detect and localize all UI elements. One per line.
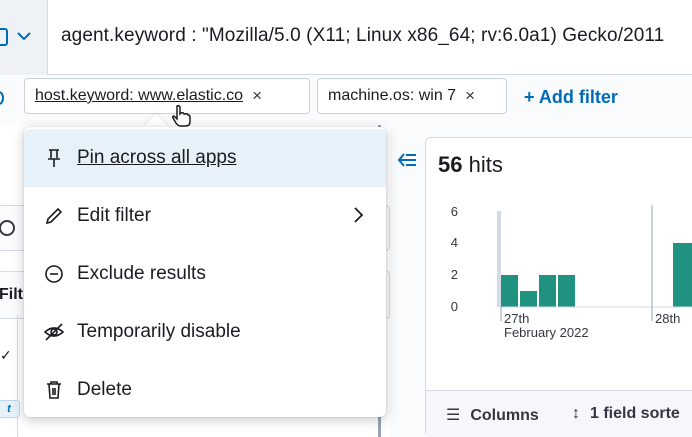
collapse-sidebar-icon[interactable] xyxy=(397,151,417,174)
histogram-bar[interactable] xyxy=(539,275,556,307)
filter-options-icon[interactable] xyxy=(0,91,4,105)
hand-cursor-icon xyxy=(171,104,191,127)
menu-item-label: Pin across all apps xyxy=(77,147,237,168)
add-filter-button[interactable]: + Add filter xyxy=(524,87,618,108)
columns-label: Columns xyxy=(470,407,539,424)
x-sub-label: February 2022 xyxy=(504,325,589,340)
columns-button[interactable]: ☰ Columns xyxy=(446,405,539,425)
filter-pill-machine-os[interactable]: machine.os: win 7 × xyxy=(317,78,507,114)
sort-label: 1 field sorte xyxy=(590,405,680,422)
sort-icon: ↕ xyxy=(572,405,580,422)
filter-context-menu: Pin across all apps Edit filter Exclude … xyxy=(24,127,386,417)
grid-toolbar: ☰ Columns ↕ 1 field sorte xyxy=(426,390,692,437)
pencil-icon xyxy=(43,205,65,227)
histogram-bar[interactable] xyxy=(673,243,692,307)
hits-number: 56 xyxy=(438,152,463,177)
y-tick-label: 6 xyxy=(451,204,458,219)
saved-query-button[interactable] xyxy=(0,0,48,75)
histogram-bar[interactable] xyxy=(520,291,537,307)
bars-group xyxy=(497,211,692,307)
y-tick-label: 0 xyxy=(451,299,458,314)
menu-item-label: Delete xyxy=(77,379,132,400)
menu-item-label: Temporarily disable xyxy=(77,321,241,342)
histogram-bar[interactable] xyxy=(558,275,575,307)
hits-label: hits xyxy=(462,152,503,177)
minus-circle-icon xyxy=(43,263,65,285)
saved-query-icon xyxy=(0,28,8,46)
filter-pill-label[interactable]: host.keyword: www.elastic.co xyxy=(35,87,243,105)
list-icon: ☰ xyxy=(446,407,461,424)
menu-item-pin[interactable]: Pin across all apps xyxy=(24,129,386,187)
menu-item-label: Edit filter xyxy=(77,205,151,226)
check-icon: ✓ xyxy=(0,347,12,363)
chevron-right-icon xyxy=(354,207,364,223)
y-tick-label: 4 xyxy=(451,235,458,250)
eye-closed-icon xyxy=(43,321,65,343)
filter-bar: host.keyword: www.elastic.co × machine.o… xyxy=(0,75,692,125)
menu-item-temporarily-disable[interactable]: Temporarily disable xyxy=(24,303,386,361)
sort-button[interactable]: ↕ 1 field sorte xyxy=(572,405,680,423)
remove-filter-icon[interactable]: × xyxy=(252,86,262,106)
current-time-band xyxy=(497,211,501,307)
filter-pill-host[interactable]: host.keyword: www.elastic.co × xyxy=(24,78,310,114)
menu-item-label: Exclude results xyxy=(77,263,206,284)
filter-pill-label[interactable]: machine.os: win 7 xyxy=(328,87,456,105)
remove-filter-icon[interactable]: × xyxy=(465,86,475,106)
query-input[interactable]: agent.keyword : "Mozilla/5.0 (X11; Linux… xyxy=(61,25,664,47)
menu-item-edit-filter[interactable]: Edit filter xyxy=(24,187,386,245)
histogram-chart[interactable]: 6 4 2 0 27th 28th February 2022 xyxy=(440,195,692,355)
chevron-down-icon xyxy=(17,32,31,41)
field-type-chip: t xyxy=(0,400,20,418)
trash-icon xyxy=(43,379,65,401)
sidebar-filter-label: Filt xyxy=(0,286,23,303)
search-icon xyxy=(0,220,15,236)
x-tick-label: 27th xyxy=(504,311,529,326)
pin-icon xyxy=(43,147,65,169)
hits-count: 56 hits xyxy=(438,152,503,178)
histogram-bar[interactable] xyxy=(501,275,518,307)
divider xyxy=(17,315,18,437)
query-bar: agent.keyword : "Mozilla/5.0 (X11; Linux… xyxy=(0,0,692,75)
menu-item-exclude-results[interactable]: Exclude results xyxy=(24,245,386,303)
x-tick-label: 28th xyxy=(655,311,680,326)
y-tick-label: 2 xyxy=(451,267,458,282)
menu-item-delete[interactable]: Delete xyxy=(24,361,386,419)
